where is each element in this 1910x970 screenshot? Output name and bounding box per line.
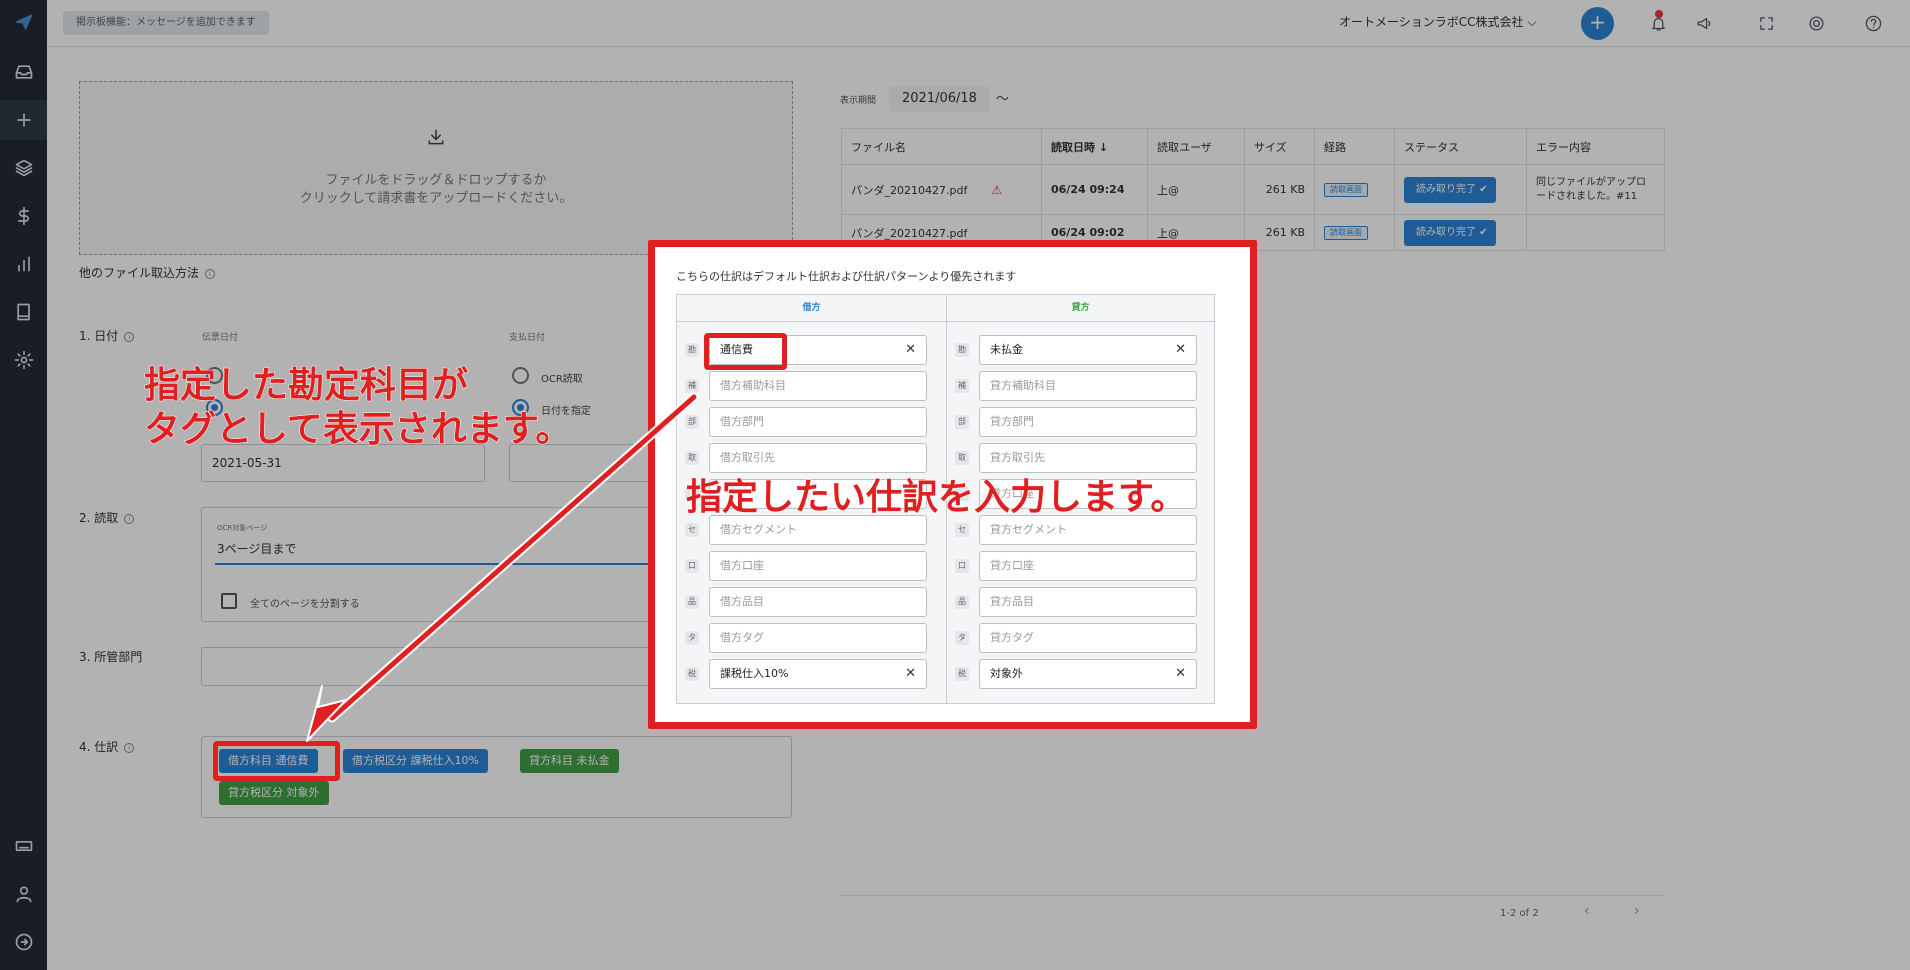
annotation-left-line2: タグとして表示されます。 xyxy=(143,409,572,451)
debit-row-label: 勘 xyxy=(685,343,699,357)
credit-row-label: 品 xyxy=(955,595,969,609)
debit-row-label: セ xyxy=(685,523,699,537)
credit-field-text: 貸方品目 xyxy=(990,595,1034,608)
debit-row-label: 取 xyxy=(685,451,699,465)
clear-icon[interactable]: ✕ xyxy=(905,660,916,688)
credit-field[interactable]: 貸方補助科目 xyxy=(979,371,1197,401)
debit-field[interactable]: 借方品目 xyxy=(709,587,927,617)
credit-field[interactable]: 貸方品目 xyxy=(979,587,1197,617)
app-window: 掲示板機能：メッセージを追加できます オートメーションラボCC株式会社 ⌵ + … xyxy=(0,0,1910,970)
debit-field-text: 借方口座 xyxy=(720,559,764,572)
debit-field[interactable]: 借方部門 xyxy=(709,407,927,437)
credit-field-text: 未払金 xyxy=(990,343,1023,356)
highlight-debit-tag xyxy=(213,741,340,781)
credit-field[interactable]: 対象外 ✕ xyxy=(979,659,1197,689)
credit-field-text: 貸方口座 xyxy=(990,559,1034,572)
debit-field[interactable]: 借方タグ xyxy=(709,623,927,653)
debit-field-text: 借方補助科目 xyxy=(720,379,786,392)
credit-field[interactable]: 未払金 ✕ xyxy=(979,335,1197,365)
debit-row-label: 部 xyxy=(685,415,699,429)
debit-header: 借方 xyxy=(677,295,946,322)
credit-field-text: 貸方タグ xyxy=(990,631,1034,644)
debit-row-label: 補 xyxy=(685,379,699,393)
credit-row-label: 補 xyxy=(955,379,969,393)
debit-field-text: 借方セグメント xyxy=(720,523,797,536)
debit-row-label: タ xyxy=(685,631,699,645)
debit-field-text: 借方タグ xyxy=(720,631,764,644)
modal-note: こちらの仕訳はデフォルト仕訳および仕訳パターンより優先されます xyxy=(676,270,1017,283)
credit-field-text: 貸方補助科目 xyxy=(990,379,1056,392)
annotation-center: 指定したい仕訳を入力します。 xyxy=(685,477,1187,519)
credit-field-text: 貸方取引先 xyxy=(990,451,1045,464)
clear-icon[interactable]: ✕ xyxy=(1175,660,1186,688)
credit-field[interactable]: 貸方口座 xyxy=(979,551,1197,581)
clear-icon[interactable]: ✕ xyxy=(1175,336,1186,364)
credit-row-label: 税 xyxy=(955,667,969,681)
credit-row-label: 取 xyxy=(955,451,969,465)
credit-field-text: 貸方部門 xyxy=(990,415,1034,428)
credit-row-label: 口 xyxy=(955,559,969,573)
debit-row-label: 口 xyxy=(685,559,699,573)
debit-row-label: 品 xyxy=(685,595,699,609)
credit-field-text: 対象外 xyxy=(990,667,1023,680)
debit-field-text: 借方部門 xyxy=(720,415,764,428)
credit-row-label: 勘 xyxy=(955,343,969,357)
debit-field-text: 課税仕入10% xyxy=(720,667,789,680)
credit-row-label: タ xyxy=(955,631,969,645)
credit-field[interactable]: 貸方タグ xyxy=(979,623,1197,653)
annotation-left: 指定した勘定科目が タグとして表示されます。 xyxy=(143,364,572,452)
debit-field[interactable]: 借方補助科目 xyxy=(709,371,927,401)
debit-field-text: 借方品目 xyxy=(720,595,764,608)
clear-icon[interactable]: ✕ xyxy=(905,336,916,364)
credit-field[interactable]: 貸方部門 xyxy=(979,407,1197,437)
annotation-left-line1: 指定した勘定科目が xyxy=(143,365,469,407)
credit-header: 貸方 xyxy=(947,295,1214,322)
debit-field-text: 借方取引先 xyxy=(720,451,775,464)
credit-row-label: 部 xyxy=(955,415,969,429)
highlight-debit-account xyxy=(704,333,787,370)
credit-field-text: 貸方セグメント xyxy=(990,523,1067,536)
debit-field[interactable]: 借方口座 xyxy=(709,551,927,581)
debit-row-label: 税 xyxy=(685,667,699,681)
credit-row-label: セ xyxy=(955,523,969,537)
debit-field[interactable]: 課税仕入10% ✕ xyxy=(709,659,927,689)
